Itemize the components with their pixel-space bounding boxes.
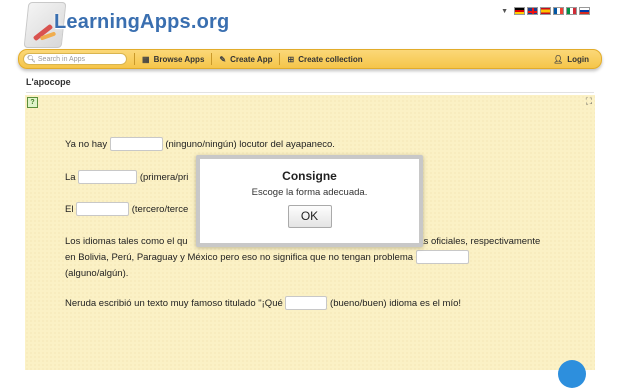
sentence-text: Neruda escribió un texto muy famoso titu… bbox=[65, 298, 283, 309]
sentence-text: en Bolivia, Perú, Paraguay y México pero… bbox=[65, 252, 414, 263]
sentence-text: (bueno/buen) idioma es el mío! bbox=[330, 298, 462, 309]
divider bbox=[26, 92, 594, 93]
sentence-5: Neruda escribió un texto muy famoso titu… bbox=[65, 296, 461, 312]
login-label: Login bbox=[567, 54, 589, 64]
flag-ru-icon[interactable] bbox=[579, 7, 590, 15]
collection-icon: ⊞ bbox=[287, 54, 295, 64]
answer-input[interactable] bbox=[76, 202, 130, 217]
sentence-text: (tercero/terce bbox=[131, 204, 189, 215]
nav-divider bbox=[134, 53, 135, 65]
search-icon: 🔍︎ bbox=[27, 56, 36, 63]
answer-input[interactable] bbox=[415, 250, 469, 265]
dialog-message: Escoge la forma adecuada. bbox=[251, 187, 368, 198]
login-link[interactable]: 👤︎ Login bbox=[553, 55, 589, 64]
sentence-text: (primera/pri bbox=[139, 172, 189, 183]
ok-button[interactable]: OK bbox=[287, 205, 332, 228]
site-title[interactable]: LearningApps.org bbox=[54, 11, 229, 34]
search-input[interactable]: 🔍︎ Search in Apps bbox=[23, 53, 127, 65]
sentence-1: Ya no hay (ninguno/ningún) locutor del a… bbox=[65, 137, 335, 153]
dropdown-arrow-icon[interactable]: ▼ bbox=[501, 8, 508, 15]
sentence-text: (alguno/algún). bbox=[65, 268, 129, 279]
create-app-label: Create App bbox=[230, 54, 273, 64]
instruction-dialog: Consigne Escoge la forma adecuada. OK bbox=[196, 155, 423, 247]
sentence-2: La (primera/pri bbox=[65, 170, 188, 186]
dialog-title: Consigne bbox=[282, 169, 337, 183]
nav-divider bbox=[279, 53, 281, 65]
answer-input[interactable] bbox=[78, 170, 138, 185]
floating-action-button[interactable] bbox=[558, 360, 586, 388]
user-icon: 👤︎ bbox=[553, 54, 564, 64]
sentence-text: La bbox=[65, 172, 76, 183]
flag-it-icon[interactable] bbox=[566, 7, 577, 15]
flag-en-icon[interactable] bbox=[527, 7, 538, 15]
flag-de-icon[interactable] bbox=[514, 7, 525, 15]
sentence-text: El bbox=[65, 204, 74, 215]
page-title: L'apocope bbox=[26, 77, 71, 87]
sentence-text: Los idiomas tales como el qu bbox=[65, 236, 188, 247]
sentence-text: (ninguno/ningún) locutor del ayapaneco. bbox=[165, 139, 335, 150]
nav-divider bbox=[211, 53, 213, 65]
pencil-icon: ✎ bbox=[219, 54, 227, 64]
flag-es-icon[interactable] bbox=[540, 7, 551, 15]
main-navbar: 🔍︎ Search in Apps ▦ Browse Apps ✎ Create… bbox=[18, 49, 602, 69]
sentence-3: El (tercero/terce bbox=[65, 202, 188, 218]
language-selector[interactable]: ▼ bbox=[501, 7, 590, 15]
browse-apps-label: Browse Apps bbox=[153, 54, 205, 64]
create-app-link[interactable]: ✎ Create App bbox=[219, 55, 272, 64]
answer-input[interactable] bbox=[285, 296, 328, 311]
sentence-text: gas oficiales, respectivamente bbox=[413, 236, 541, 247]
grid-icon: ▦ bbox=[142, 54, 150, 64]
search-placeholder: Search in Apps bbox=[37, 55, 85, 63]
create-collection-label: Create collection bbox=[298, 54, 363, 64]
create-collection-link[interactable]: ⊞ Create collection bbox=[287, 55, 362, 64]
help-icon[interactable]: ? bbox=[27, 97, 38, 108]
fullscreen-icon[interactable]: ⛶ bbox=[586, 96, 592, 107]
sentence-text: Ya no hay bbox=[65, 139, 108, 150]
browse-apps-link[interactable]: ▦ Browse Apps bbox=[142, 55, 204, 64]
answer-input[interactable] bbox=[109, 137, 163, 152]
flag-fr-icon[interactable] bbox=[553, 7, 564, 15]
